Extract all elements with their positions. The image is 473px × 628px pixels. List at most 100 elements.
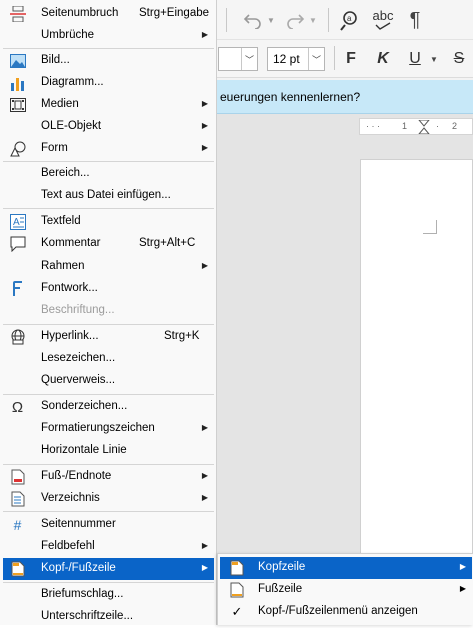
menu-item-comment[interactable]: Kommentar Strg+Alt+C bbox=[3, 233, 214, 255]
menu-item-label: Formatierungszeichen bbox=[41, 422, 155, 434]
chart-icon bbox=[9, 75, 26, 91]
menu-item-label: Textfeld bbox=[41, 215, 81, 227]
submenu-arrow-icon: ▶ bbox=[201, 121, 208, 130]
horizontal-ruler[interactable]: · · · 1 · 2 bbox=[359, 118, 473, 135]
ruler-tick: · · · bbox=[366, 121, 380, 131]
menu-item-label: Diagramm... bbox=[41, 76, 104, 88]
menu-item-label: Seitennummer bbox=[41, 518, 116, 530]
header-footer-submenu: Kopfzeile ▶ Fußzeile ▶ ✓ Kopf-/Fußzeilen… bbox=[217, 553, 473, 625]
chevron-down-icon[interactable]: ﹀ bbox=[308, 48, 324, 70]
menu-item-label: Seitenumbruch bbox=[41, 7, 119, 19]
menu-item-field[interactable]: Feldbefehl ▶ bbox=[3, 536, 214, 558]
toolbar-separator bbox=[334, 46, 335, 70]
submenu-item-label: Fußzeile bbox=[258, 583, 303, 595]
menu-item-breaks[interactable]: Umbrüche ▶ bbox=[3, 25, 214, 47]
menu-item-envelope[interactable]: Briefumschlag... bbox=[3, 584, 214, 606]
font-size-value: 12 pt bbox=[273, 52, 300, 66]
menu-item-bookmark[interactable]: Lesezeichen... bbox=[3, 348, 214, 370]
menu-separator bbox=[3, 324, 214, 325]
menu-item-label: Briefumschlag... bbox=[41, 588, 124, 600]
menu-separator bbox=[3, 394, 214, 395]
submenu-item-label: Kopfzeile bbox=[258, 561, 306, 573]
submenu-item-show-header-footer-menu[interactable]: ✓ Kopf-/Fußzeilenmenü anzeigen bbox=[220, 601, 472, 623]
underline-button[interactable]: U bbox=[404, 48, 426, 70]
menu-item-cross-reference[interactable]: Querverweis... bbox=[3, 370, 214, 392]
menu-item-label: Medien bbox=[41, 98, 79, 110]
menu-item-label: Umbrüche bbox=[41, 29, 95, 41]
menu-item-page-number[interactable]: # Seitennummer bbox=[3, 514, 214, 536]
menu-item-label: Fontwork... bbox=[41, 282, 98, 294]
undo-dropdown-icon[interactable]: ▼ bbox=[266, 8, 276, 32]
menu-item-shape[interactable]: Form ▶ bbox=[3, 138, 214, 160]
menu-item-label: Kommentar bbox=[41, 237, 101, 249]
spelling-icon[interactable]: abc bbox=[368, 5, 398, 33]
menu-item-label: Feldbefehl bbox=[41, 540, 95, 552]
menu-item-text-from-file[interactable]: Text aus Datei einfügen... bbox=[3, 185, 214, 207]
italic-button[interactable]: K bbox=[372, 48, 394, 70]
chevron-down-icon[interactable]: ﹀ bbox=[241, 48, 257, 70]
submenu-arrow-icon: ▶ bbox=[201, 541, 208, 550]
standard-toolbar: ▼ ▼ a abc ¶ bbox=[216, 0, 473, 40]
image-icon bbox=[9, 53, 26, 69]
redo-dropdown-icon[interactable]: ▼ bbox=[308, 8, 318, 32]
hyperlink-globe-icon bbox=[9, 329, 26, 345]
menu-item-formatting-marks[interactable]: Formatierungszeichen ▶ bbox=[3, 418, 214, 440]
submenu-item-header[interactable]: Kopfzeile ▶ bbox=[220, 557, 472, 579]
menu-item-hyperlink[interactable]: Hyperlink... Strg+K bbox=[3, 326, 214, 348]
menu-item-horizontal-line[interactable]: Horizontale Linie bbox=[3, 440, 214, 462]
menu-item-special-character[interactable]: Ω Sonderzeichen... bbox=[3, 396, 214, 418]
fontwork-icon bbox=[9, 281, 26, 297]
menu-item-ole-object[interactable]: OLE-Objekt ▶ bbox=[3, 116, 214, 138]
menu-item-text-box[interactable]: A Textfeld bbox=[3, 211, 214, 233]
menu-item-label: Bild... bbox=[41, 54, 70, 66]
insert-menu: Seitenumbruch Strg+Eingabe Umbrüche ▶ Bi… bbox=[0, 0, 217, 625]
submenu-item-footer[interactable]: Fußzeile ▶ bbox=[220, 579, 472, 601]
menu-separator bbox=[3, 208, 214, 209]
ruler-mark: 1 bbox=[402, 121, 408, 131]
menu-item-image[interactable]: Bild... bbox=[3, 50, 214, 72]
font-size-box[interactable]: 12 pt ﹀ bbox=[267, 47, 325, 71]
strikethrough-icon[interactable]: S bbox=[448, 48, 470, 70]
header-footer-icon bbox=[9, 561, 26, 577]
bold-button[interactable]: F bbox=[340, 48, 362, 70]
menu-item-footnote-endnote[interactable]: Fuß-/Endnote ▶ bbox=[3, 466, 214, 488]
menu-item-label: Unterschriftzeile... bbox=[41, 610, 134, 622]
menu-item-index[interactable]: Verzeichnis ▶ bbox=[3, 488, 214, 510]
undo-icon[interactable] bbox=[240, 8, 266, 32]
indent-marker-icon[interactable] bbox=[418, 120, 430, 134]
menu-item-media[interactable]: Medien ▶ bbox=[3, 94, 214, 116]
header-icon bbox=[229, 560, 245, 576]
menu-item-page-break[interactable]: Seitenumbruch Strg+Eingabe bbox=[3, 3, 214, 25]
menu-item-section[interactable]: Bereich... bbox=[3, 163, 214, 185]
redo-icon[interactable] bbox=[282, 8, 308, 32]
infobar: euerungen kennenlernen? bbox=[216, 80, 473, 114]
submenu-arrow-icon: ▶ bbox=[201, 471, 208, 480]
menu-item-label: Verzeichnis bbox=[41, 492, 100, 504]
find-replace-icon[interactable]: a bbox=[338, 7, 364, 33]
underline-dropdown-icon[interactable]: ▼ bbox=[428, 48, 440, 70]
page-number-icon: # bbox=[13, 517, 22, 533]
menu-item-fontwork[interactable]: Fontwork... bbox=[3, 278, 214, 300]
submenu-arrow-icon: ▶ bbox=[201, 30, 208, 39]
menu-item-label: Bereich... bbox=[41, 167, 90, 179]
table-of-contents-icon bbox=[9, 491, 26, 507]
menu-separator bbox=[3, 48, 214, 49]
infobar-message[interactable]: euerungen kennenlernen? bbox=[220, 90, 360, 104]
checkmark-icon: ✓ bbox=[231, 604, 243, 619]
ruler-tick: · bbox=[436, 121, 439, 131]
menu-item-shortcut: Strg+Eingabe bbox=[139, 7, 210, 19]
menu-item-shortcut: Strg+K bbox=[164, 330, 200, 342]
menu-item-label: Lesezeichen... bbox=[41, 352, 116, 364]
menu-item-label: Sonderzeichen... bbox=[41, 400, 128, 412]
media-film-icon bbox=[9, 97, 26, 113]
menu-item-chart[interactable]: Diagramm... bbox=[3, 72, 214, 94]
menu-separator bbox=[3, 582, 214, 583]
toolbar-separator bbox=[226, 8, 227, 32]
menu-separator bbox=[3, 511, 214, 512]
menu-item-header-footer[interactable]: Kopf-/Fußzeile ▶ bbox=[3, 558, 214, 580]
formatting-marks-icon[interactable]: ¶ bbox=[404, 7, 426, 33]
menu-item-label: Kopf-/Fußzeile bbox=[41, 562, 116, 574]
font-name-box[interactable]: ﹀ bbox=[218, 47, 258, 71]
menu-item-frame[interactable]: Rahmen ▶ bbox=[3, 256, 214, 278]
menu-item-label: Horizontale Linie bbox=[41, 444, 127, 456]
